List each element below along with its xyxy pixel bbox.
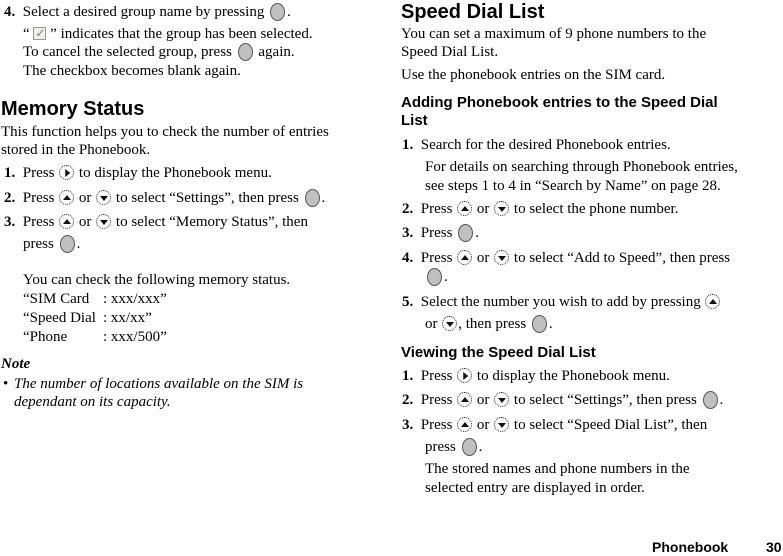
view-step-3-cont: press . bbox=[425, 437, 483, 456]
status-row-sim: “SIM Card: xxx/xxx” bbox=[23, 291, 167, 307]
footer-section-name: Phonebook bbox=[652, 539, 729, 555]
nav-right-icon bbox=[457, 368, 473, 384]
note-bullet: • bbox=[3, 376, 9, 392]
step-4: 4. Select a desired group name by pressi… bbox=[4, 2, 291, 21]
memory-step-3: 3. Press or to select “Memory Status”, t… bbox=[4, 214, 308, 230]
nav-up-icon bbox=[457, 201, 473, 217]
select-button-icon bbox=[59, 234, 75, 253]
nav-down-icon bbox=[494, 392, 510, 408]
add-step-5: 5. Select the number you wish to add by … bbox=[402, 293, 721, 311]
view-step-3-sub-1: The stored names and phone numbers in th… bbox=[425, 461, 690, 477]
nav-down-icon bbox=[96, 190, 112, 206]
add-step-2: 2. Press or to select the phone number. bbox=[402, 201, 679, 217]
nav-right-icon bbox=[59, 165, 75, 181]
select-button-icon bbox=[270, 2, 286, 21]
nav-up-icon bbox=[59, 214, 75, 230]
step-4-note-1: “ ” indicates that the group has been se… bbox=[23, 24, 313, 43]
select-button-icon bbox=[427, 267, 442, 286]
note-line-2: dependant on its capacity. bbox=[14, 394, 171, 410]
memory-step-1: 1. Press to display the Phonebook menu. bbox=[4, 165, 272, 181]
speed-dial-intro-1: You can set a maximum of 9 phone numbers… bbox=[401, 26, 707, 42]
viewing-heading: Viewing the Speed Dial List bbox=[401, 344, 596, 361]
add-step-1-sub-1: For details on searching through Phonebo… bbox=[425, 159, 738, 175]
view-step-3-sub-2: selected entry are displayed in order. bbox=[425, 480, 645, 496]
add-step-4-cont: . bbox=[425, 267, 448, 287]
add-step-3: 3. Press . bbox=[402, 223, 479, 242]
speed-dial-heading: Speed Dial List bbox=[401, 1, 545, 23]
memory-status-heading: Memory Status bbox=[1, 98, 145, 120]
speed-dial-intro-2: Speed Dial List. bbox=[401, 44, 499, 60]
view-step-2: 2. Press or to select “Settings”, then p… bbox=[402, 390, 724, 409]
nav-down-icon bbox=[442, 316, 458, 332]
nav-down-icon bbox=[494, 417, 510, 433]
memory-intro-2: stored in the Phonebook. bbox=[1, 142, 151, 158]
select-button-icon bbox=[304, 188, 320, 207]
page-number: 30 bbox=[766, 539, 782, 555]
note-heading: Note bbox=[1, 356, 31, 372]
nav-down-icon bbox=[494, 250, 510, 266]
status-row-phone: “Phone: xxx/500” bbox=[23, 329, 167, 345]
adding-heading-2: List bbox=[401, 112, 428, 129]
nav-up-icon bbox=[59, 190, 75, 206]
note-line-1: The number of locations available on the… bbox=[14, 376, 304, 392]
checkbox-checked-icon bbox=[33, 24, 47, 42]
adding-heading-1: Adding Phonebook entries to the Speed Di… bbox=[401, 94, 718, 111]
memory-intro-1: This function helps you to check the num… bbox=[1, 124, 329, 140]
nav-up-icon bbox=[457, 417, 473, 433]
memory-step-2: 2. Press or to select “Settings”, then p… bbox=[4, 188, 326, 207]
nav-up-icon bbox=[705, 294, 721, 310]
status-row-speed-dial: “Speed Dial: xx/xx” bbox=[23, 310, 152, 326]
nav-up-icon bbox=[457, 250, 473, 266]
select-button-icon bbox=[237, 42, 253, 61]
nav-up-icon bbox=[457, 392, 473, 408]
select-button-icon bbox=[458, 223, 474, 242]
view-step-3: 3. Press or to select “Speed Dial List”,… bbox=[402, 417, 708, 433]
add-step-5-cont: or , then press . bbox=[425, 314, 553, 333]
add-step-4: 4. Press or to select “Add to Speed”, th… bbox=[402, 250, 731, 266]
step-4-note-2: To cancel the selected group, press agai… bbox=[23, 42, 295, 61]
nav-down-icon bbox=[96, 214, 112, 230]
memory-step-3-cont: press . bbox=[23, 234, 81, 253]
add-step-1-sub-2: see steps 1 to 4 in “Search by Name” on … bbox=[425, 178, 721, 194]
select-button-icon bbox=[702, 390, 718, 409]
speed-dial-intro-3: Use the phonebook entries on the SIM car… bbox=[401, 67, 666, 83]
add-step-1: 1. Search for the desired Phonebook entr… bbox=[402, 137, 671, 153]
nav-down-icon bbox=[494, 201, 510, 217]
select-button-icon bbox=[461, 437, 477, 456]
view-step-1: 1. Press to display the Phonebook menu. bbox=[402, 368, 670, 384]
select-button-icon bbox=[531, 314, 547, 333]
step-4-note-3: The checkbox becomes blank again. bbox=[23, 63, 241, 79]
status-intro: You can check the following memory statu… bbox=[23, 272, 291, 288]
